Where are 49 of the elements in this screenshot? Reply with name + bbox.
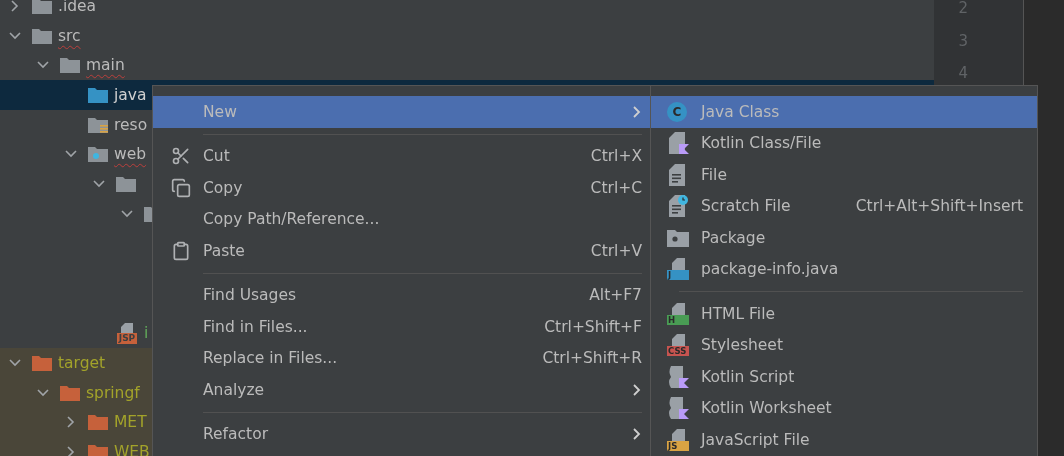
tree-item-label[interactable]: i: [144, 324, 149, 343]
menu-item[interactable]: Refactor: [153, 418, 650, 450]
scratch-file-icon: [667, 195, 689, 218]
tree-item-label[interactable]: target: [58, 354, 106, 373]
submenu-item[interactable]: Kotlin Worksheet: [651, 392, 1037, 424]
folder-icon: [32, 355, 52, 372]
package-icon: [667, 228, 689, 247]
folder-icon: [88, 444, 108, 456]
folder-icon: [88, 86, 108, 103]
menu-item[interactable]: Copy Path/Reference...: [153, 203, 650, 235]
menu-item[interactable]: Replace in Files... Ctrl+Shift+R: [153, 342, 650, 374]
tree-item-label[interactable]: web: [114, 145, 147, 164]
folder-icon: [88, 146, 108, 163]
submenu-item[interactable]: File: [651, 159, 1037, 191]
folder-icon: [32, 0, 52, 14]
submenu-item[interactable]: J package-info.java: [651, 253, 1037, 285]
kotlin-file-icon: [667, 397, 689, 420]
folder-icon: [88, 414, 108, 431]
menu-item[interactable]: Analyze: [153, 374, 650, 406]
submenu-item[interactable]: CSS Stylesheet: [651, 329, 1037, 361]
tree-item-label[interactable]: reso: [114, 115, 148, 134]
submenu-item[interactable]: Package: [651, 222, 1037, 254]
menu-item[interactable]: Cut Ctrl+X: [153, 140, 650, 172]
folder-icon: [60, 384, 80, 401]
submenu-item[interactable]: Scratch File Ctrl+Alt+Shift+Insert: [651, 190, 1037, 222]
class-icon: C: [667, 101, 687, 122]
tree-item-label[interactable]: src: [58, 26, 81, 45]
menu-item[interactable]: Paste Ctrl+V: [153, 235, 650, 267]
folder-icon: [32, 27, 52, 44]
tree-item-label[interactable]: java: [114, 85, 147, 104]
folder-icon: [88, 116, 108, 133]
submenu-item[interactable]: H HTML File: [651, 298, 1037, 330]
kotlin-file-icon: [667, 365, 689, 388]
folder-icon: [60, 57, 80, 74]
tree-item-label[interactable]: springf: [86, 383, 140, 402]
clipboard-icon: [171, 240, 191, 261]
menu-item[interactable]: Copy Ctrl+C: [153, 172, 650, 204]
submenu-item[interactable]: C Java Class: [651, 96, 1037, 128]
tree-item-label[interactable]: main: [86, 56, 125, 75]
folder-icon: [116, 175, 136, 192]
menu-item[interactable]: Find in Files... Ctrl+Shift+F: [153, 311, 650, 343]
tree-item-label[interactable]: MET: [114, 413, 147, 432]
submenu-item[interactable]: Kotlin Class/File: [651, 127, 1037, 159]
kotlin-file-icon: [667, 132, 689, 155]
submenu-item[interactable]: JS JavaScript File: [651, 424, 1037, 456]
menu-item[interactable]: Find Usages Alt+F7: [153, 279, 650, 311]
copy-icon: [171, 177, 191, 198]
submenu-item[interactable]: Kotlin Script: [651, 361, 1037, 393]
scissors-icon: [171, 146, 191, 167]
